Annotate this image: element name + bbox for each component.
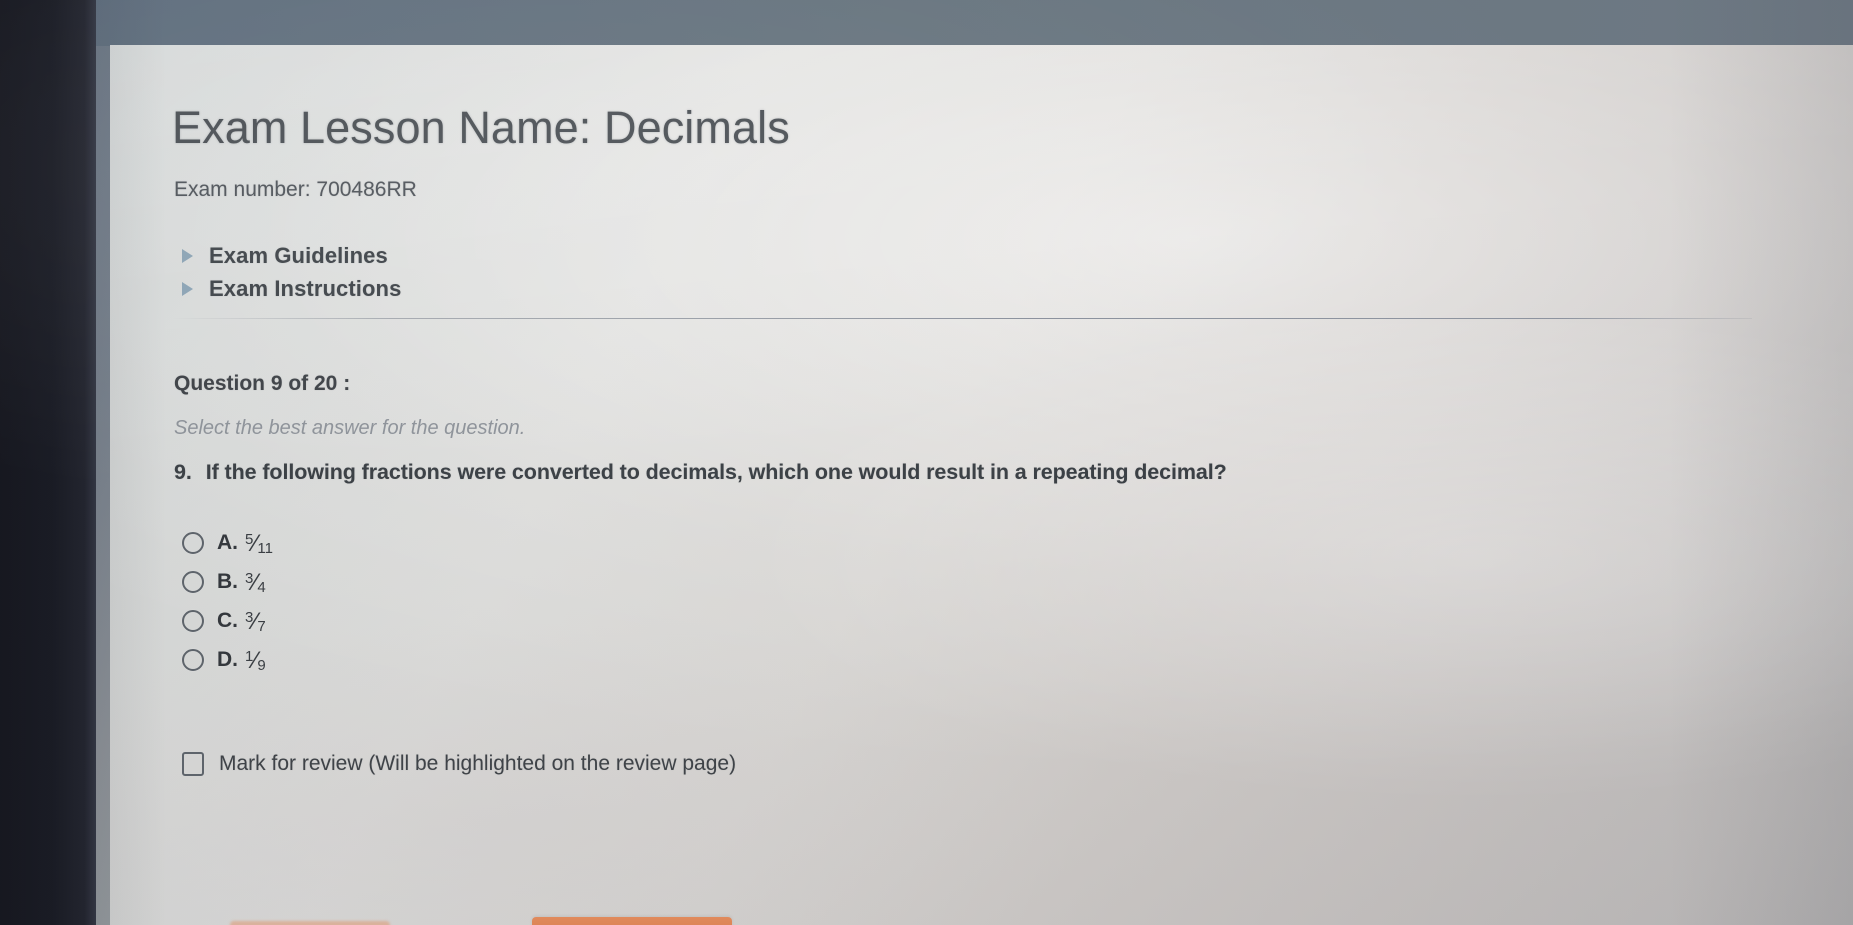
- option-c-value: 3 ⁄ 7: [245, 607, 266, 635]
- link-exam-guidelines-label: Exam Guidelines: [209, 242, 388, 268]
- option-a-letter: A.: [217, 530, 238, 554]
- secondary-button-glare: [230, 921, 390, 925]
- link-exam-instructions-label: Exam Instructions: [209, 275, 402, 301]
- triangle-right-icon: [182, 281, 193, 296]
- option-a-numerator: 5: [245, 530, 254, 548]
- option-a-denominator: 11: [257, 539, 273, 557]
- mark-for-review-label: Mark for review (Will be highlighted on …: [219, 752, 737, 775]
- page-title: Exam Lesson Name: Decimals: [172, 102, 790, 153]
- option-c[interactable]: C. 3 ⁄ 7: [182, 601, 273, 640]
- question-body: If the following fractions were converte…: [205, 460, 1227, 484]
- option-d-value: 1 ⁄ 9: [245, 646, 266, 674]
- mark-for-review[interactable]: Mark for review (Will be highlighted on …: [182, 752, 736, 776]
- question-text: 9. If the following fractions were conver…: [174, 460, 1227, 485]
- checkbox-icon[interactable]: [182, 752, 204, 776]
- option-a-value: 5 ⁄ 11: [245, 529, 273, 557]
- link-exam-instructions[interactable]: Exam Instructions: [174, 273, 401, 304]
- option-c-denominator: 7: [257, 617, 266, 635]
- option-a[interactable]: A. 5 ⁄ 11: [182, 523, 273, 562]
- radio-icon-c[interactable]: [182, 609, 204, 632]
- option-d[interactable]: D. 1 ⁄ 9: [182, 640, 273, 679]
- exam-content: Exam Lesson Name: Decimals Exam number: …: [172, 45, 1812, 925]
- monitor-bezel: [0, 0, 96, 925]
- option-b-denominator: 4: [257, 578, 266, 596]
- option-b-numerator: 3: [245, 569, 254, 587]
- triangle-right-icon: [182, 248, 193, 263]
- option-b-value: 3 ⁄ 4: [245, 568, 266, 596]
- submit-button[interactable]: [532, 917, 732, 925]
- option-d-letter: D.: [217, 647, 238, 671]
- exam-number: Exam number: 700486RR: [174, 178, 417, 201]
- question-counter: Question 9 of 20 :: [174, 372, 351, 395]
- radio-icon-a[interactable]: [182, 531, 204, 554]
- option-d-denominator: 9: [257, 656, 266, 674]
- answer-options: A. 5 ⁄ 11 B. 3 ⁄ 4 C. 3 ⁄ 7 D. 1 ⁄ 9: [182, 523, 273, 679]
- collapsible-links: Exam Guidelines Exam Instructions: [174, 240, 401, 306]
- radio-icon-d[interactable]: [182, 648, 204, 671]
- question-hint: Select the best answer for the question.: [174, 417, 526, 439]
- screenshot-root: Exam Lesson Name: Decimals Exam number: …: [0, 0, 1853, 925]
- browser-chrome-strip: [88, 0, 1853, 46]
- exam-page-card: Exam Lesson Name: Decimals Exam number: …: [110, 45, 1853, 925]
- option-b[interactable]: B. 3 ⁄ 4: [182, 562, 273, 601]
- link-exam-guidelines[interactable]: Exam Guidelines: [174, 240, 401, 271]
- option-b-letter: B.: [217, 569, 238, 593]
- question-number: 9.: [174, 460, 192, 484]
- option-c-letter: C.: [217, 608, 238, 632]
- section-divider: [172, 318, 1752, 319]
- radio-icon-b[interactable]: [182, 570, 204, 593]
- option-c-numerator: 3: [245, 608, 254, 626]
- option-d-numerator: 1: [245, 647, 254, 665]
